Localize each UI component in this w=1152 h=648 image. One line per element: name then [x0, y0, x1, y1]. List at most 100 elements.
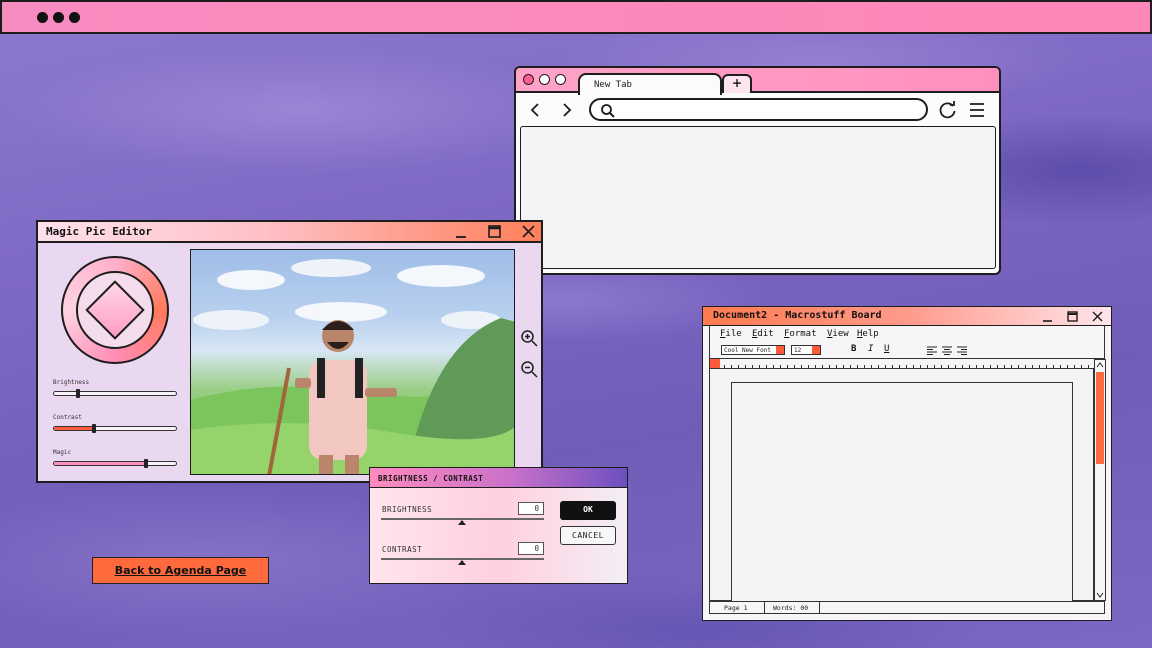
- font-size-select[interactable]: 12: [791, 345, 821, 355]
- magic-slider[interactable]: [53, 461, 177, 466]
- menu-view[interactable]: View: [827, 329, 849, 339]
- new-tab-button[interactable]: +: [722, 74, 752, 93]
- maximize-button[interactable]: [485, 222, 503, 241]
- menu-edit[interactable]: Edit: [752, 329, 774, 339]
- scrollbar-thumb[interactable]: [1096, 372, 1104, 464]
- close-button[interactable]: [1089, 307, 1105, 325]
- color-dial[interactable]: [61, 256, 169, 364]
- pic-editor-window: Magic Pic Editor Brightness Contrast Mag…: [36, 220, 543, 483]
- cancel-button[interactable]: CANCEL: [560, 526, 616, 545]
- window-title: Document2 - Macrostuff Board: [713, 310, 882, 321]
- menu-rest: dit: [757, 329, 774, 339]
- close-icon: [521, 225, 535, 238]
- forward-arrow-icon[interactable]: [560, 102, 574, 118]
- contrast-value-field[interactable]: 0: [518, 542, 544, 555]
- menu-rest: elp: [862, 329, 879, 339]
- font-select[interactable]: Cool New Font: [721, 345, 785, 355]
- align-right-icon[interactable]: [957, 346, 967, 355]
- browser-window: New Tab +: [514, 66, 1001, 275]
- close-icon: [1092, 311, 1102, 321]
- minimize-button[interactable]: [1039, 307, 1055, 325]
- close-light-icon[interactable]: [523, 74, 534, 85]
- status-divider: [819, 602, 820, 613]
- status-words: Words: 00: [773, 604, 809, 612]
- back-to-agenda-button[interactable]: Back to Agenda Page: [92, 557, 269, 584]
- font-size-value: 12: [794, 347, 802, 354]
- document-page[interactable]: [731, 382, 1073, 602]
- minimize-button[interactable]: [452, 222, 470, 241]
- back-arrow-icon[interactable]: [528, 102, 542, 118]
- ok-button[interactable]: OK: [560, 501, 616, 520]
- scroll-up-icon[interactable]: [1096, 361, 1104, 369]
- status-page: Page 1: [724, 604, 748, 612]
- dialog-title: BRIGHTNESS / CONTRAST: [370, 468, 627, 488]
- brightness-contrast-dialog: BRIGHTNESS / CONTRAST BRIGHTNESS 0 CONTR…: [369, 467, 628, 584]
- browser-nav-row: [516, 93, 999, 127]
- document-window: Document2 - Macrostuff Board File Edit F…: [702, 306, 1112, 621]
- contrast-slider-thumb[interactable]: [91, 424, 96, 433]
- align-left-icon[interactable]: [927, 346, 937, 355]
- document-toolbar: Cool New Font 12 B I U: [709, 342, 1105, 359]
- brightness-slider-pointer[interactable]: [458, 520, 466, 525]
- address-bar[interactable]: [589, 98, 928, 121]
- edited-photo: [190, 249, 515, 475]
- slider-label-contrast: Contrast: [53, 414, 82, 421]
- contrast-slider-pointer[interactable]: [458, 560, 466, 565]
- diamond-icon: [85, 280, 145, 340]
- dropdown-arrow-icon: [812, 346, 820, 354]
- brightness-label: BRIGHTNESS: [382, 505, 433, 514]
- search-icon: [601, 104, 615, 118]
- page-area: [709, 369, 1094, 602]
- maximize-icon: [1066, 310, 1078, 322]
- brightness-slider[interactable]: [53, 391, 177, 396]
- bold-button[interactable]: B: [851, 344, 856, 354]
- slider-fill: [54, 427, 95, 430]
- maximize-light-icon[interactable]: [555, 74, 566, 85]
- menu-hamburger-icon[interactable]: [969, 102, 985, 118]
- ruler-tab-marker[interactable]: [710, 359, 720, 368]
- minimize-icon: [456, 235, 466, 238]
- window-title: Magic Pic Editor: [46, 225, 152, 238]
- dropdown-arrow-icon: [776, 346, 784, 354]
- scroll-down-icon[interactable]: [1096, 591, 1104, 599]
- magic-slider-thumb[interactable]: [144, 459, 148, 468]
- contrast-slider[interactable]: [53, 426, 177, 431]
- slider-fill: [54, 392, 79, 395]
- menu-help[interactable]: Help: [857, 329, 879, 339]
- browser-viewport: [520, 126, 996, 269]
- contrast-label: CONTRAST: [382, 545, 423, 554]
- slider-fill: [54, 462, 146, 465]
- minimize-light-icon[interactable]: [539, 74, 550, 85]
- zoom-in-icon[interactable]: [520, 329, 538, 347]
- brightness-value-field[interactable]: 0: [518, 502, 544, 515]
- tab-label: New Tab: [594, 80, 632, 90]
- italic-button[interactable]: I: [868, 344, 873, 354]
- maximize-button[interactable]: [1064, 307, 1080, 325]
- status-bar: Page 1 Words: 00: [709, 601, 1105, 614]
- document-titlebar: Document2 - Macrostuff Board: [703, 307, 1111, 326]
- brightness-slider-thumb[interactable]: [75, 389, 80, 398]
- status-divider: [764, 602, 765, 613]
- window-dot-icon: [69, 12, 80, 23]
- underline-button[interactable]: U: [884, 344, 889, 354]
- browser-tab-strip: New Tab +: [516, 68, 999, 95]
- plus-icon: +: [732, 74, 742, 92]
- vertical-scrollbar[interactable]: [1094, 359, 1106, 601]
- menu-rest: iew: [832, 329, 849, 339]
- top-bar: [0, 0, 1152, 34]
- menu-format[interactable]: Format: [784, 329, 817, 339]
- close-button[interactable]: [519, 222, 537, 241]
- zoom-out-icon[interactable]: [520, 360, 538, 378]
- align-center-icon[interactable]: [942, 346, 952, 355]
- font-select-value: Cool New Font: [724, 347, 771, 354]
- menu-rest: ile: [725, 329, 742, 339]
- window-dot-icon: [53, 12, 64, 23]
- menu-rest: ormat: [789, 329, 817, 339]
- menu-file[interactable]: File: [720, 329, 742, 339]
- slider-label-brightness: Brightness: [53, 379, 90, 386]
- dial-center: [76, 271, 154, 349]
- slider-label-magic: Magic: [53, 449, 72, 456]
- tab-new-tab[interactable]: New Tab: [578, 73, 722, 95]
- reload-icon[interactable]: [938, 100, 958, 120]
- photo-scene: [191, 259, 514, 474]
